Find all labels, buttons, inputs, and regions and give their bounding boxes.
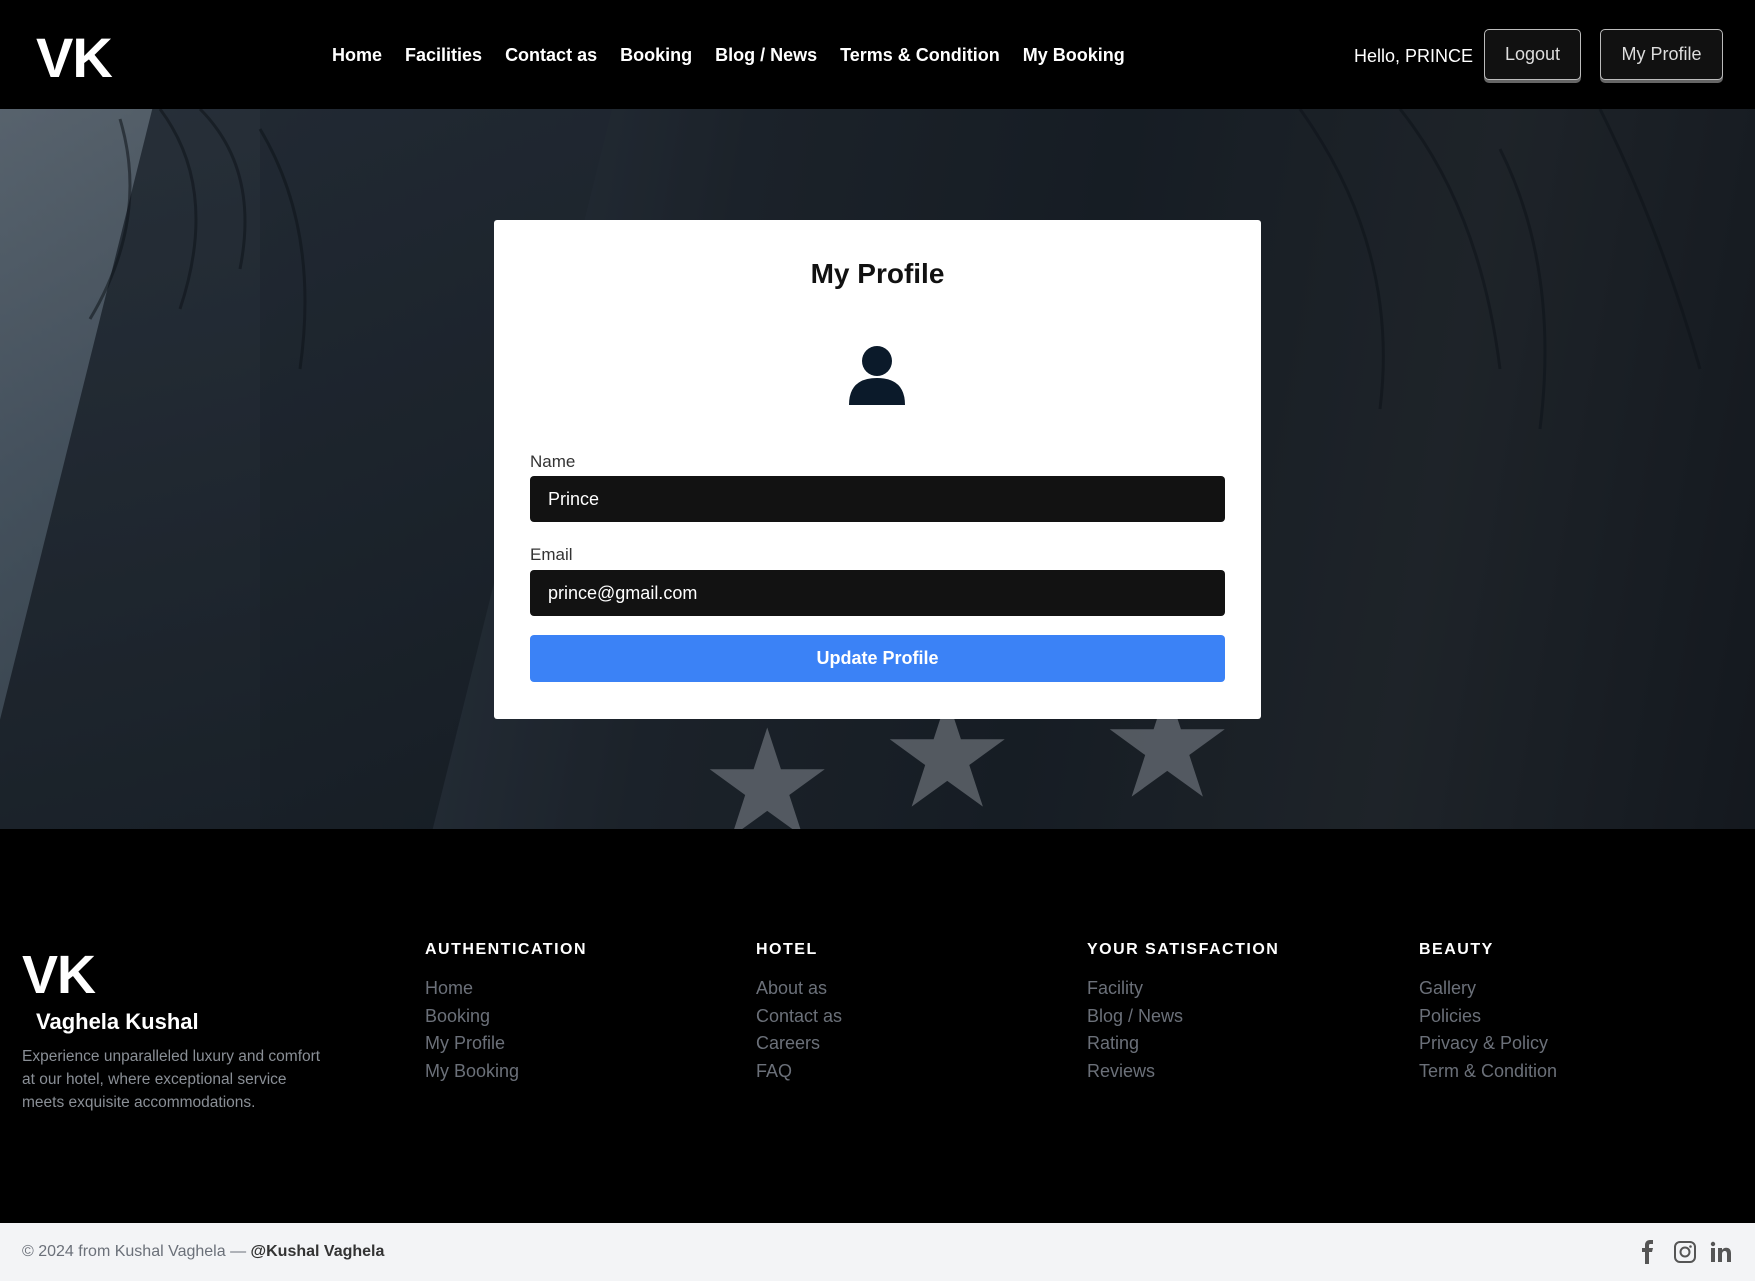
- footer-link[interactable]: FAQ: [756, 1058, 842, 1086]
- nav-contact[interactable]: Contact as: [505, 42, 597, 68]
- footer-link[interactable]: My Profile: [425, 1030, 587, 1058]
- nav-home[interactable]: Home: [332, 42, 382, 68]
- footer-column-title: AUTHENTICATION: [425, 941, 588, 958]
- copyright-text: © 2024 from Kushal Vaghela — @Kushal Vag…: [22, 1243, 384, 1261]
- logout-button[interactable]: Logout: [1484, 29, 1581, 80]
- footer-link[interactable]: Reviews: [1087, 1058, 1279, 1086]
- author-handle-link[interactable]: @Kushal Vaghela: [251, 1243, 385, 1260]
- footer-column-hotel: HOTEL About as Contact as Careers FAQ: [756, 941, 842, 1085]
- footer-link[interactable]: Privacy & Policy: [1419, 1030, 1557, 1058]
- copyright-prefix: © 2024 from Kushal Vaghela —: [22, 1243, 251, 1260]
- footer-link[interactable]: Blog / News: [1087, 1003, 1279, 1031]
- main-nav: Home Facilities Contact as Booking Blog …: [332, 42, 1125, 68]
- user-icon: [849, 346, 905, 405]
- nav-facilities[interactable]: Facilities: [405, 42, 482, 68]
- footer-link[interactable]: Home: [425, 975, 587, 1003]
- email-field[interactable]: [530, 570, 1225, 616]
- update-profile-button[interactable]: Update Profile: [530, 635, 1225, 682]
- hero-background: ★ ★ ★ My Profile Name Email Update Profi…: [0, 109, 1755, 829]
- profile-title: My Profile: [810, 258, 945, 289]
- instagram-icon[interactable]: [1673, 1240, 1697, 1264]
- footer-link[interactable]: Rating: [1087, 1030, 1279, 1058]
- my-profile-button[interactable]: My Profile: [1600, 29, 1723, 80]
- name-label: Name: [530, 452, 576, 471]
- footer-link[interactable]: Policies: [1419, 1003, 1557, 1031]
- footer-link[interactable]: Careers: [756, 1030, 842, 1058]
- footer-brand-name: Vaghela Kushal: [36, 1009, 199, 1034]
- footer-description: Experience unparalleled luxury and comfo…: [22, 1048, 321, 1111]
- footer-column-authentication: AUTHENTICATION Home Booking My Profile M…: [425, 941, 587, 1085]
- footer-link[interactable]: Contact as: [756, 1003, 842, 1031]
- footer-column-title: HOTEL: [756, 941, 818, 958]
- nav-terms[interactable]: Terms & Condition: [840, 42, 1000, 68]
- profile-card: My Profile Name Email Update Profile: [494, 220, 1261, 719]
- footer-column-title: YOUR SATISFACTION: [1087, 941, 1280, 958]
- footer-column-title: BEAUTY: [1419, 941, 1494, 958]
- footer-link[interactable]: Booking: [425, 1003, 587, 1031]
- footer-column-beauty: BEAUTY Gallery Policies Privacy & Policy…: [1419, 941, 1557, 1085]
- facebook-icon[interactable]: [1636, 1240, 1660, 1264]
- linkedin-icon[interactable]: [1709, 1240, 1733, 1264]
- nav-blog[interactable]: Blog / News: [715, 42, 817, 68]
- site-logo[interactable]: VK: [36, 26, 113, 90]
- footer-link[interactable]: My Booking: [425, 1058, 587, 1086]
- footer-column-satisfaction: YOUR SATISFACTION Facility Blog / News R…: [1087, 941, 1279, 1085]
- footer-link[interactable]: Gallery: [1419, 975, 1557, 1003]
- footer-link[interactable]: About as: [756, 975, 842, 1003]
- copyright-bar: © 2024 from Kushal Vaghela — @Kushal Vag…: [0, 1223, 1755, 1281]
- top-navbar: VK Home Facilities Contact as Booking Bl…: [0, 0, 1755, 109]
- email-label: Email: [530, 545, 573, 564]
- footer-link[interactable]: Term & Condition: [1419, 1058, 1557, 1086]
- footer: VK Vaghela Kushal Experience unparallele…: [0, 829, 1755, 1223]
- nav-my-booking[interactable]: My Booking: [1023, 42, 1125, 68]
- user-greeting: Hello, PRINCE: [1354, 46, 1474, 66]
- nav-booking[interactable]: Booking: [620, 42, 692, 68]
- name-field[interactable]: [530, 476, 1225, 522]
- footer-logo[interactable]: VK: [22, 946, 96, 1004]
- footer-link[interactable]: Facility: [1087, 975, 1279, 1003]
